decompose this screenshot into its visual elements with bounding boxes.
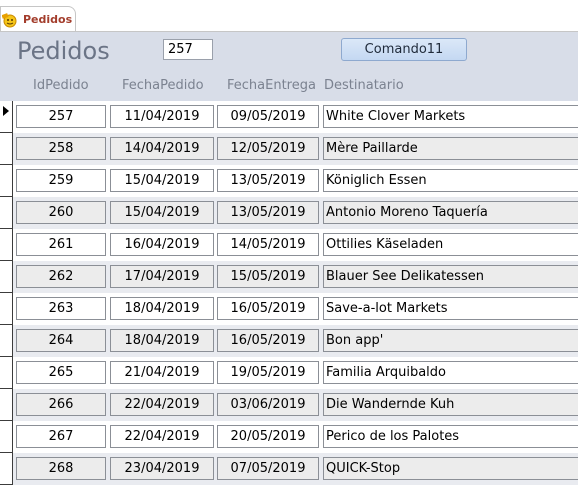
idpedido-field[interactable]: 267 <box>16 425 106 448</box>
column-header-idpedido: IdPedido <box>33 78 89 93</box>
destinatario-field[interactable]: QUICK-Stop <box>323 457 578 480</box>
idpedido-field[interactable]: 265 <box>16 361 106 384</box>
fechaentrega-field[interactable]: 03/06/2019 <box>217 393 319 416</box>
form-title: Pedidos <box>17 37 110 65</box>
fechapedido-field[interactable]: 16/04/2019 <box>110 233 214 256</box>
fechapedido-field[interactable]: 18/04/2019 <box>110 297 214 320</box>
record-row: 259 15/04/2019 13/05/2019 Königlich Essen <box>13 165 578 197</box>
fechaentrega-field[interactable]: 13/05/2019 <box>217 169 319 192</box>
fechapedido-field[interactable]: 18/04/2019 <box>110 329 214 352</box>
destinatario-field[interactable]: Antonio Moreno Taquería <box>323 201 578 224</box>
form-icon <box>1 12 18 28</box>
idpedido-field[interactable]: 261 <box>16 233 106 256</box>
fechapedido-field[interactable]: 21/04/2019 <box>110 361 214 384</box>
idpedido-field[interactable]: 258 <box>16 137 106 160</box>
record-selector[interactable] <box>0 229 13 261</box>
idpedido-field[interactable]: 257 <box>16 105 106 128</box>
fechapedido-field[interactable]: 22/04/2019 <box>110 393 214 416</box>
record-row: 263 18/04/2019 16/05/2019 Save-a-lot Market… <box>13 293 578 325</box>
destinatario-field[interactable]: Blauer See Delikatessen <box>323 265 578 288</box>
destinatario-field[interactable]: Mère Paillarde <box>323 137 578 160</box>
idpedido-field[interactable]: 262 <box>16 265 106 288</box>
destinatario-field[interactable]: Königlich Essen <box>323 169 578 192</box>
destinatario-field[interactable]: White Clover Markets <box>323 105 578 128</box>
column-header-fechaentrega: FechaEntrega <box>227 78 316 93</box>
record-selector[interactable] <box>0 261 13 293</box>
record-selector[interactable] <box>0 101 13 133</box>
fechaentrega-field[interactable]: 16/05/2019 <box>217 329 319 352</box>
record-selector[interactable] <box>0 293 13 325</box>
fechaentrega-field[interactable]: 15/05/2019 <box>217 265 319 288</box>
record-selector[interactable] <box>0 389 13 421</box>
tab-pedidos[interactable]: Pedidos <box>0 6 76 32</box>
fechapedido-field[interactable]: 14/04/2019 <box>110 137 214 160</box>
column-header-destinatario: Destinatario <box>324 78 404 93</box>
record-selector[interactable] <box>0 453 13 485</box>
record-row: 262 17/04/2019 15/05/2019 Blauer See Delika… <box>13 261 578 293</box>
record-row: 260 15/04/2019 13/05/2019 Antonio Moreno Ta… <box>13 197 578 229</box>
record-row: 258 14/04/2019 12/05/2019 Mère Paillarde <box>13 133 578 165</box>
idpedido-field[interactable]: 268 <box>16 457 106 480</box>
destinatario-field[interactable]: Perico de los Palotes <box>323 425 578 448</box>
fechaentrega-field[interactable]: 07/05/2019 <box>217 457 319 480</box>
record-row: 264 18/04/2019 16/05/2019 Bon app' <box>13 325 578 357</box>
id-pedido-textbox[interactable]: 257 <box>163 39 213 60</box>
fechapedido-field[interactable]: 17/04/2019 <box>110 265 214 288</box>
fechapedido-field[interactable]: 22/04/2019 <box>110 425 214 448</box>
fechapedido-field[interactable]: 15/04/2019 <box>110 169 214 192</box>
idpedido-field[interactable]: 263 <box>16 297 106 320</box>
fechaentrega-field[interactable]: 20/05/2019 <box>217 425 319 448</box>
idpedido-field[interactable]: 266 <box>16 393 106 416</box>
destinatario-field[interactable]: Ottilies Käseladen <box>323 233 578 256</box>
current-record-arrow-icon <box>3 106 9 116</box>
fechapedido-field[interactable]: 23/04/2019 <box>110 457 214 480</box>
fechaentrega-field[interactable]: 13/05/2019 <box>217 201 319 224</box>
destinatario-field[interactable]: Save-a-lot Markets <box>323 297 578 320</box>
tab-label: Pedidos <box>23 13 73 26</box>
fechaentrega-field[interactable]: 12/05/2019 <box>217 137 319 160</box>
fechaentrega-field[interactable]: 09/05/2019 <box>217 105 319 128</box>
detail-section: 257 11/04/2019 09/05/2019 White Clover Mark… <box>0 101 578 494</box>
record-row: 265 21/04/2019 19/05/2019 Familia Arquibald… <box>13 357 578 389</box>
record-row: 267 22/04/2019 20/05/2019 Perico de los Pal… <box>13 421 578 453</box>
idpedido-field[interactable]: 260 <box>16 201 106 224</box>
record-row: 268 23/04/2019 07/05/2019 QUICK-Stop <box>13 453 578 485</box>
record-selector[interactable] <box>0 357 13 389</box>
document-tab-strip: Pedidos <box>0 0 578 32</box>
record-selector[interactable] <box>0 197 13 229</box>
fechaentrega-field[interactable]: 14/05/2019 <box>217 233 319 256</box>
fechapedido-field[interactable]: 11/04/2019 <box>110 105 214 128</box>
idpedido-field[interactable]: 264 <box>16 329 106 352</box>
idpedido-field[interactable]: 259 <box>16 169 106 192</box>
destinatario-field[interactable]: Bon app' <box>323 329 578 352</box>
destinatario-field[interactable]: Die Wandernde Kuh <box>323 393 578 416</box>
fechaentrega-field[interactable]: 16/05/2019 <box>217 297 319 320</box>
record-selector[interactable] <box>0 325 13 357</box>
column-header-fechapedido: FechaPedido <box>122 78 204 93</box>
record-row: 257 11/04/2019 09/05/2019 White Clover Mark… <box>13 101 578 133</box>
comando11-button[interactable]: Comando11 <box>341 38 467 61</box>
form-header: Pedidos 257 Comando11 IdPedido FechaPedi… <box>0 31 578 102</box>
record-row: 261 16/04/2019 14/05/2019 Ottilies Käselade… <box>13 229 578 261</box>
record-row: 266 22/04/2019 03/06/2019 Die Wandernde Kuh <box>13 389 578 421</box>
fechaentrega-field[interactable]: 19/05/2019 <box>217 361 319 384</box>
record-selector[interactable] <box>0 165 13 197</box>
record-selector[interactable] <box>0 133 13 165</box>
record-selector[interactable] <box>0 421 13 453</box>
fechapedido-field[interactable]: 15/04/2019 <box>110 201 214 224</box>
destinatario-field[interactable]: Familia Arquibaldo <box>323 361 578 384</box>
